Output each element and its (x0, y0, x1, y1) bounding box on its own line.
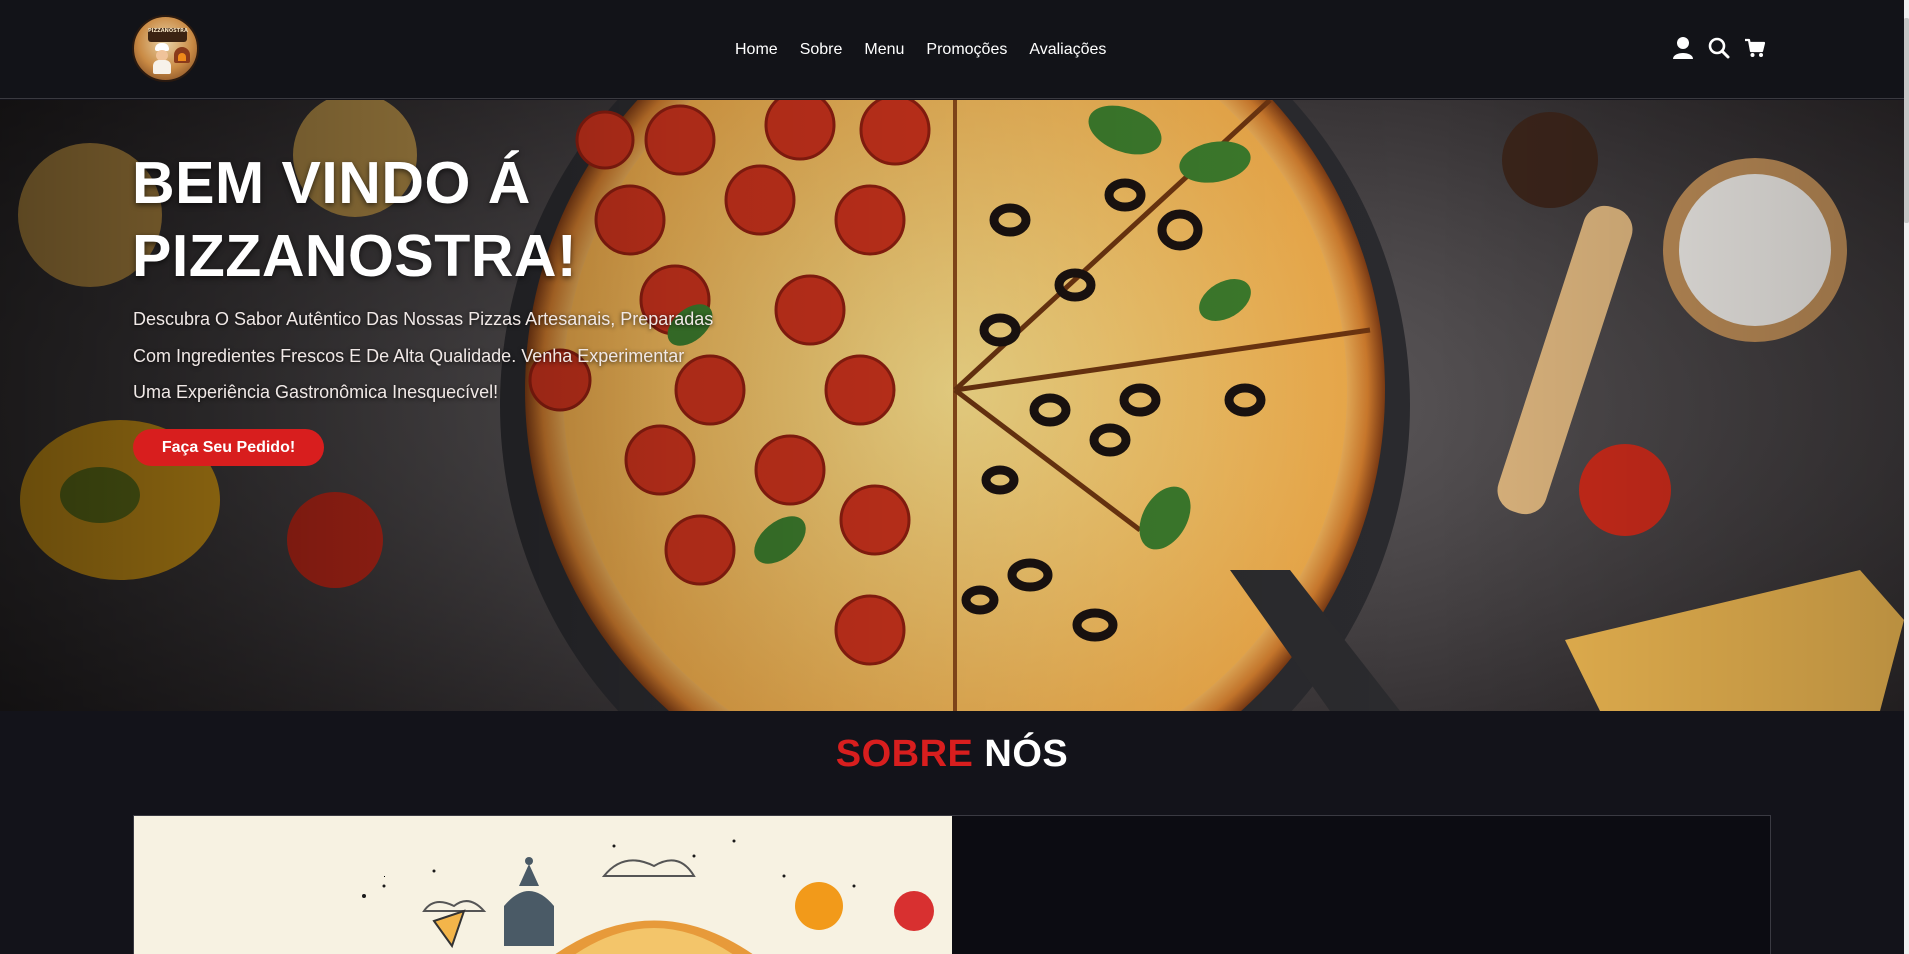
site-header: PIZZANOSTRA Home Sobre Menu Promoções Av… (0, 0, 1904, 99)
nav-home[interactable]: Home (735, 38, 778, 62)
logo-sign: PIZZANOSTRA (148, 28, 188, 42)
nav-avaliacoes[interactable]: Avaliações (1029, 38, 1106, 62)
main-nav: Home Sobre Menu Promoções Avaliações (735, 38, 1106, 62)
about-title-white: NÓS (984, 733, 1069, 775)
scrollbar-thumb[interactable] (1904, 18, 1909, 223)
order-now-button[interactable]: Faça Seu Pedido! (133, 429, 324, 466)
nav-sobre[interactable]: Sobre (800, 38, 843, 62)
hero-description: Descubra O Sabor Autêntico Das Nossas Pi… (133, 309, 714, 402)
header-icons (1672, 36, 1766, 60)
page: PIZZANOSTRA Home Sobre Menu Promoções Av… (0, 0, 1909, 954)
page-scrollbar[interactable] (1904, 0, 1909, 954)
logo-chef-illustration (152, 43, 172, 74)
logo-oven-illustration (174, 47, 190, 63)
about-illustration (134, 816, 952, 954)
hero-title: BEM VINDO Á PIZZANOSTRA! (132, 150, 578, 289)
search-icon[interactable] (1708, 36, 1730, 60)
cart-icon[interactable] (1744, 36, 1766, 60)
about-title-red: SOBRE (835, 733, 974, 775)
nav-menu[interactable]: Menu (864, 38, 904, 62)
pizzanostra-logo[interactable]: PIZZANOSTRA (132, 15, 199, 82)
hero-banner: BEM VINDO Á PIZZANOSTRA! Descubra O Sabo… (0, 100, 1904, 711)
about-card (133, 815, 1771, 954)
nav-promocoes[interactable]: Promoções (926, 38, 1007, 62)
about-section-title: SOBRE NÓS (0, 733, 1904, 776)
user-icon[interactable] (1672, 36, 1694, 60)
